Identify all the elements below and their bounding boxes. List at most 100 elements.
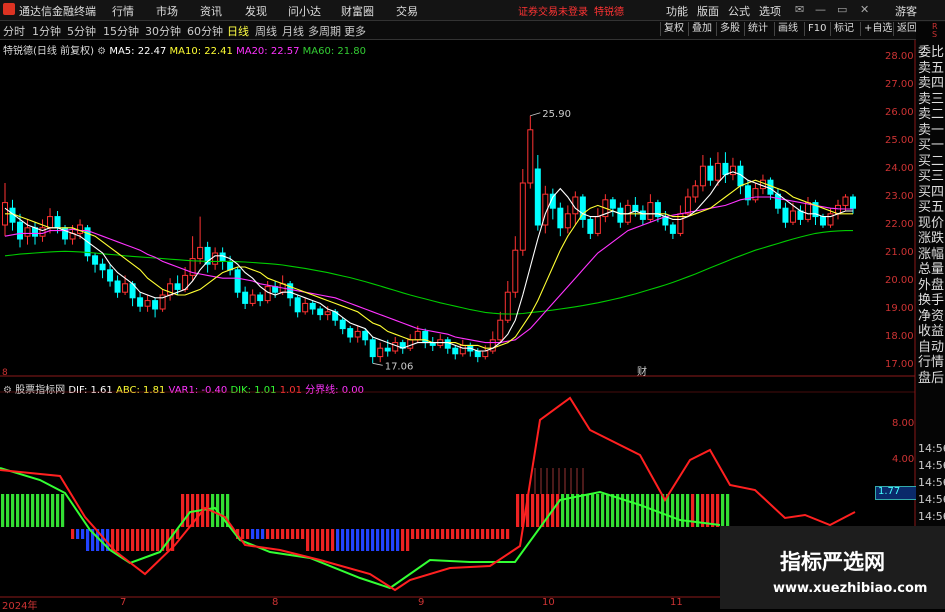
hist-bar	[461, 529, 465, 539]
hist-bar	[266, 529, 270, 539]
hist-bar	[366, 529, 370, 551]
hist-bar	[711, 494, 715, 527]
hist-bar	[276, 529, 280, 539]
hist-bar	[516, 494, 520, 527]
hist-bar	[71, 529, 75, 539]
hist-bar	[76, 529, 80, 539]
quote-label: 卖四	[918, 76, 945, 91]
hist-bar	[646, 494, 650, 527]
quote-label: 卖二	[918, 107, 945, 122]
price-tick: 20.00	[885, 275, 914, 286]
hist-bar	[156, 529, 160, 551]
candle-body	[407, 339, 414, 349]
hist-bar	[386, 529, 390, 551]
hist-bar	[81, 529, 85, 539]
candle-body	[362, 330, 369, 341]
hist-bar	[296, 529, 300, 539]
candle-body	[324, 311, 331, 316]
candle-body	[729, 165, 736, 176]
candle-body	[197, 246, 204, 260]
hist-bar	[116, 529, 120, 551]
candle-body	[647, 202, 654, 220]
candle-body	[227, 260, 234, 271]
hist-bar	[61, 494, 65, 527]
hist-bar	[456, 529, 460, 539]
price-tick: 24.00	[885, 163, 914, 174]
candle-body	[617, 207, 624, 223]
hist-bar	[391, 529, 395, 551]
low-label: 17.06	[385, 361, 414, 372]
candle-body	[759, 179, 766, 190]
hist-bar	[186, 494, 190, 527]
quote-label: 行情	[918, 355, 945, 370]
dea-line	[0, 467, 721, 590]
trade-time: 14:56	[918, 476, 945, 489]
kline-chart[interactable]: 25.90 17.06 财 8	[0, 0, 945, 609]
candle-body	[384, 347, 391, 352]
hist-bar	[126, 529, 130, 551]
quote-label: 净资	[918, 308, 945, 324]
hist-bar	[536, 494, 540, 527]
candle-body	[249, 294, 256, 304]
candle-body	[512, 249, 519, 293]
hist-bar	[26, 494, 30, 527]
high-label: 25.90	[542, 109, 571, 120]
candle-body	[557, 207, 564, 229]
hist-bar	[431, 529, 435, 539]
hist-bar	[331, 529, 335, 551]
hist-bar	[316, 529, 320, 551]
candle-body	[444, 339, 451, 349]
price-tick: 25.00	[885, 135, 914, 146]
hist-bar	[476, 529, 480, 539]
candle-body	[774, 193, 781, 209]
candle-body	[482, 350, 489, 358]
candle-body	[294, 297, 301, 313]
price-tick: 26.00	[885, 107, 914, 118]
hist-bar	[56, 494, 60, 527]
hist-bar	[501, 529, 505, 539]
hist-bar	[286, 529, 290, 539]
candle-body	[414, 330, 421, 341]
hist-bar	[281, 529, 285, 539]
price-tick: 21.00	[885, 247, 914, 258]
candle-body	[377, 347, 384, 358]
x-label-2024: 2024年	[2, 601, 38, 612]
candle-body	[699, 165, 706, 187]
candle-body	[32, 227, 39, 237]
candle-body	[137, 297, 144, 307]
candle-body	[819, 216, 826, 226]
candle-body	[77, 224, 84, 234]
right-top-s: S	[932, 30, 938, 39]
hist-bar	[411, 529, 415, 539]
candle-body	[99, 263, 106, 271]
price-tick: 28.00	[885, 51, 914, 62]
candle-body	[767, 179, 774, 195]
watermark: 指标严选网 www.xuezhibiao.com	[720, 526, 945, 609]
hist-bar	[681, 494, 685, 527]
quote-label: 买三	[918, 169, 945, 184]
candle-body	[789, 210, 796, 223]
hist-bar	[36, 494, 40, 527]
candle-body	[722, 162, 729, 176]
quote-label: 涨跌	[918, 231, 945, 246]
candle-body	[684, 196, 691, 215]
hist-bar	[371, 529, 375, 551]
quote-label: 总量	[918, 262, 945, 277]
hist-bar	[346, 529, 350, 551]
hist-bar	[611, 494, 615, 527]
candle-body	[354, 330, 361, 338]
candle-body	[17, 221, 24, 240]
candle-body	[347, 328, 354, 338]
candle-body	[242, 291, 249, 304]
candle-body	[639, 210, 646, 220]
candle-body	[527, 129, 534, 184]
hist-bar	[11, 494, 15, 527]
candle-body	[782, 207, 789, 223]
hist-bar	[491, 529, 495, 539]
candle-body	[497, 319, 504, 341]
candle-body	[39, 227, 46, 237]
candle-body	[609, 199, 616, 209]
hist-bar	[311, 529, 315, 551]
sub-tick: 8.00	[892, 418, 915, 429]
hist-bar	[326, 529, 330, 551]
